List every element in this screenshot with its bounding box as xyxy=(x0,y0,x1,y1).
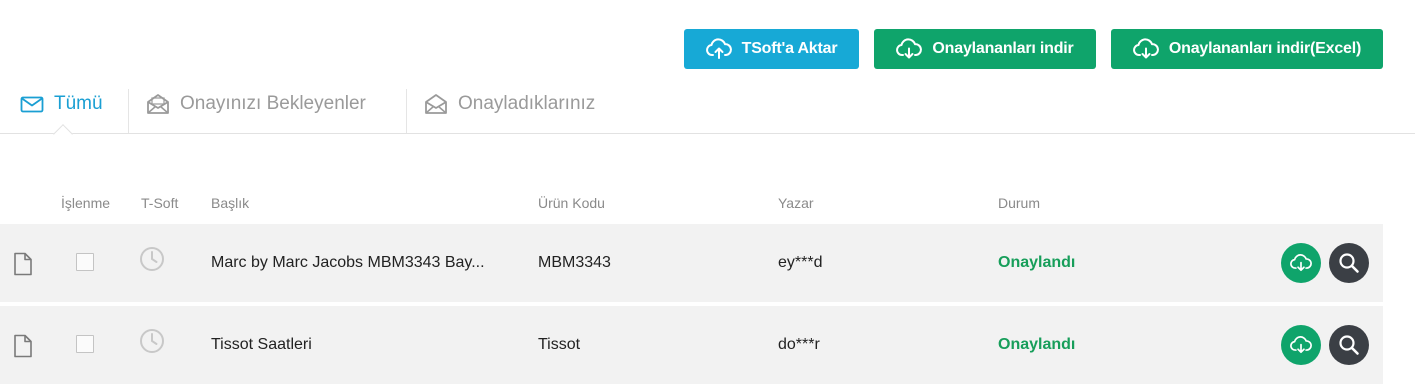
row-view-button[interactable] xyxy=(1329,243,1369,283)
column-header-durum: Durum xyxy=(998,195,1041,211)
processed-checkbox[interactable] xyxy=(76,335,94,353)
processed-checkbox[interactable] xyxy=(76,253,94,271)
row-author: do***r xyxy=(778,336,820,353)
row-download-button[interactable] xyxy=(1281,325,1321,365)
column-header-baslik: Başlık xyxy=(211,195,250,211)
row-product-code: Tissot xyxy=(538,336,581,353)
column-header-urun-kodu: Ürün Kodu xyxy=(538,195,605,211)
download-approved-button[interactable]: Onaylananları indir xyxy=(874,29,1096,69)
row-status: Onaylandı xyxy=(998,336,1076,353)
download-approved-excel-button[interactable]: Onaylananları indir(Excel) xyxy=(1111,29,1383,69)
download-approved-label: Onaylananları indir xyxy=(932,40,1074,57)
tab-divider xyxy=(406,89,407,133)
table-row: Tissot Saatleri Tissot do***r Onaylandı xyxy=(0,306,1383,384)
row-title: Marc by Marc Jacobs MBM3343 Bay... xyxy=(211,254,485,271)
tab-approved-label: Onayladıklarınız xyxy=(458,93,596,114)
column-header-islenme: İşlenme xyxy=(61,195,111,211)
tsoft-export-button[interactable]: TSoft'a Aktar xyxy=(684,29,859,69)
tab-bar: Tümü Onayınızı Bekleyenler Onayladıkları… xyxy=(0,75,1415,134)
envelope-open-icon xyxy=(147,94,169,114)
search-icon xyxy=(1339,335,1359,355)
envelope-icon xyxy=(20,96,44,113)
cloud-download-icon xyxy=(896,38,923,59)
row-download-button[interactable] xyxy=(1281,243,1321,283)
column-header-yazar: Yazar xyxy=(778,195,814,211)
clock-icon xyxy=(140,329,164,353)
row-product-code: MBM3343 xyxy=(538,254,611,271)
envelope-open-icon xyxy=(425,94,447,114)
download-approved-excel-label: Onaylananları indir(Excel) xyxy=(1168,40,1362,57)
clock-icon xyxy=(140,247,164,271)
tab-all-label: Tümü xyxy=(54,93,103,114)
document-icon[interactable] xyxy=(12,334,34,358)
cloud-download-icon xyxy=(1290,336,1312,354)
cloud-download-icon xyxy=(1290,254,1312,272)
cloud-upload-icon xyxy=(705,38,732,59)
row-title: Tissot Saatleri xyxy=(211,336,312,353)
column-header-tsoft: T-Soft xyxy=(141,195,179,211)
search-icon xyxy=(1339,253,1359,273)
row-author: ey***d xyxy=(778,254,823,271)
table-row: Marc by Marc Jacobs MBM3343 Bay... MBM33… xyxy=(0,224,1383,302)
row-view-button[interactable] xyxy=(1329,325,1369,365)
row-status: Onaylandı xyxy=(998,254,1076,271)
tab-pending[interactable]: Onayınızı Bekleyenler xyxy=(146,75,366,133)
document-icon[interactable] xyxy=(12,252,34,276)
tab-approved[interactable]: Onayladıklarınız xyxy=(424,75,595,133)
tab-pending-label: Onayınızı Bekleyenler xyxy=(180,93,366,114)
cloud-download-icon xyxy=(1132,38,1159,59)
tsoft-export-label: TSoft'a Aktar xyxy=(741,40,838,57)
tab-divider xyxy=(128,89,129,133)
